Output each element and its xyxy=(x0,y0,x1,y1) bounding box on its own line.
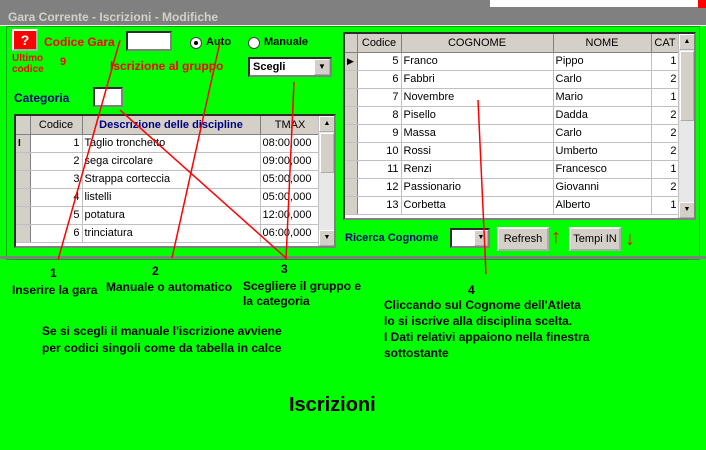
annotation-line-3b xyxy=(119,109,287,259)
annotation-lines xyxy=(57,39,487,275)
annotation-text-4-line1: Cliccando sul Cognome dell'Atleta xyxy=(384,298,581,312)
annotation-line-1 xyxy=(57,39,121,261)
annotation-text-3-line1: Scegliere il gruppo e xyxy=(243,279,362,293)
annotation-number-4: 4 xyxy=(468,283,475,297)
annotation-line-4 xyxy=(477,99,487,275)
annotation-text-4-line3: I Dati relativi appaiono nella finestra xyxy=(384,330,590,344)
annotation-number-3: 3 xyxy=(281,262,288,276)
annotation-line-2 xyxy=(171,41,221,259)
footer-title: Iscrizioni xyxy=(289,394,376,416)
manual-note-line1: Se si scegli il manuale l'iscrizione avv… xyxy=(42,324,282,338)
annotation-text-1: Inserire la gara xyxy=(12,283,98,297)
annotation-number-2: 2 xyxy=(152,264,159,278)
annotation-text-4-line4: sottostante xyxy=(384,346,449,360)
annotation-text-2: Manuale o automatico xyxy=(106,280,233,294)
manual-note-line2: per codici singoli come da tabella in ca… xyxy=(42,341,282,355)
annotation-text-3-line2: la categoria xyxy=(243,294,310,308)
annotation-line-3a xyxy=(285,81,295,261)
annotation-text-4-line2: lo si iscrive alla disciplina scelta. xyxy=(384,314,573,328)
annotation-number-1: 1 xyxy=(50,266,57,280)
